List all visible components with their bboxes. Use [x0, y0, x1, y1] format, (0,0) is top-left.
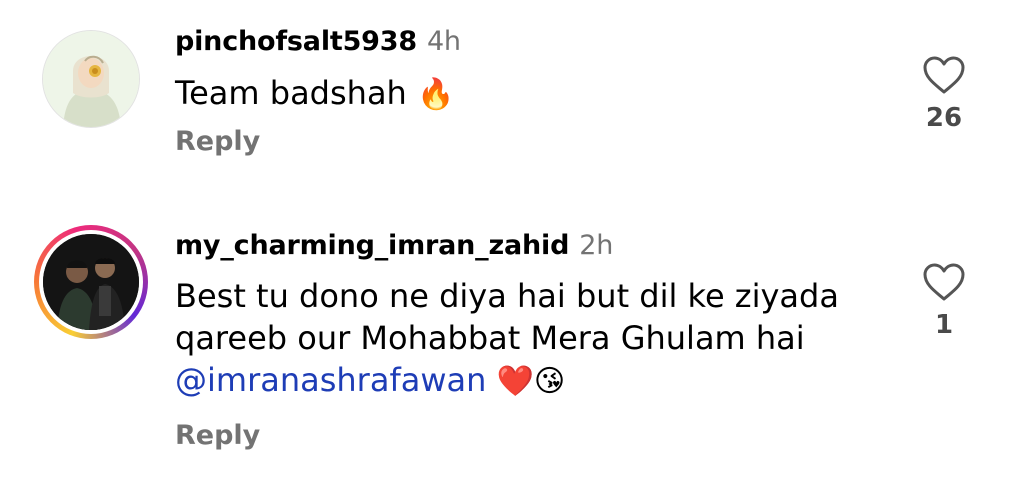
username-text[interactable]: pinchofsalt5938: [175, 26, 417, 57]
comment-item: pinchofsalt5938 4h Team badshah 🔥 Reply 2…: [0, 0, 1024, 200]
heart-kiss-emojis: ❤️😘: [496, 364, 566, 399]
mention-link[interactable]: @imranashrafawan: [175, 361, 486, 399]
like-count: 1: [934, 310, 954, 340]
reply-button[interactable]: Reply: [175, 420, 260, 451]
comment-body-line-1: Best tu dono ne diya hai but dil ke ziya…: [175, 277, 839, 315]
comment-body-line-2: qareeb our Mohabbat Mera Ghulam hai: [175, 319, 805, 357]
like-control: 26: [919, 55, 969, 133]
avatar-image: [42, 30, 140, 128]
comment-timestamp: 2h: [579, 230, 614, 261]
like-count: 26: [925, 103, 963, 133]
comment-item: my_charming_imran_zahid 2h Best tu dono n…: [0, 200, 1024, 497]
heart-outline-icon[interactable]: [919, 55, 969, 99]
comment-username[interactable]: my_charming_imran_zahid 2h: [175, 230, 613, 261]
username-text[interactable]: my_charming_imran_zahid: [175, 230, 569, 261]
comment-text: Best tu dono ne diya hai but dil ke ziya…: [175, 275, 839, 403]
like-control: 1: [919, 262, 969, 340]
reply-button[interactable]: Reply: [175, 126, 260, 157]
comment-timestamp: 4h: [426, 26, 461, 57]
comment-username[interactable]: pinchofsalt5938 4h: [175, 26, 461, 57]
comment-text: Team badshah 🔥: [175, 72, 454, 116]
comment-body: Team badshah: [175, 74, 407, 112]
comment-body-line-3: @imranashrafawan ❤️😘: [175, 359, 839, 403]
avatar-story-ring[interactable]: [34, 225, 148, 339]
avatar[interactable]: [42, 30, 140, 128]
fire-emoji: 🔥: [417, 77, 455, 112]
heart-outline-icon[interactable]: [919, 262, 969, 306]
avatar-image: [43, 234, 139, 330]
